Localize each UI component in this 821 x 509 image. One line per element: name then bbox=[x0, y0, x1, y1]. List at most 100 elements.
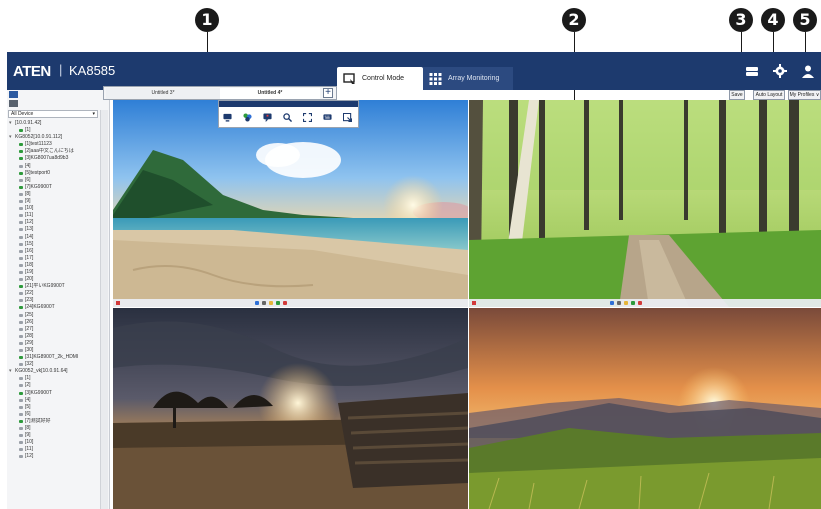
tab-control-mode[interactable]: Control Mode bbox=[337, 67, 423, 90]
tree-port-item[interactable]: [17] bbox=[9, 255, 99, 262]
tree-port-item[interactable]: [5] bbox=[9, 404, 99, 411]
tree-port-item[interactable]: [7]KG9900T bbox=[9, 184, 99, 191]
taskbar-app-icon bbox=[623, 301, 628, 305]
zoom-in-icon[interactable] bbox=[283, 113, 292, 122]
tree-port-item[interactable]: [20] bbox=[9, 276, 99, 283]
tree-label: [12] bbox=[25, 219, 34, 226]
tree-port-item[interactable]: [15] bbox=[9, 241, 99, 248]
save-button[interactable]: Save bbox=[729, 90, 745, 100]
tree-port-item[interactable]: [30] bbox=[9, 347, 99, 354]
gear-icon[interactable] bbox=[773, 64, 787, 78]
my-profiles-button[interactable]: My Profiles ∨ bbox=[788, 90, 821, 100]
tree-port-item[interactable]: [12] bbox=[9, 453, 99, 460]
tree-port-item[interactable]: [4] bbox=[9, 163, 99, 170]
tree-port-item[interactable]: [8] bbox=[9, 191, 99, 198]
tree-port-item[interactable]: [21]平いKG9900T bbox=[9, 283, 99, 290]
logo-separator: | bbox=[59, 62, 63, 77]
tree-label: [4] bbox=[25, 396, 31, 403]
tree-port-item[interactable]: [32] bbox=[9, 361, 99, 368]
tree-port-item[interactable]: [16] bbox=[9, 248, 99, 255]
user-icon[interactable] bbox=[801, 64, 815, 78]
tree-port-item[interactable]: [11] bbox=[9, 212, 99, 219]
port-status-icon bbox=[19, 448, 23, 452]
monitor-icon[interactable] bbox=[223, 113, 232, 122]
model-name: KA8585 bbox=[69, 63, 116, 78]
tree-port-item[interactable]: [12] bbox=[9, 219, 99, 226]
tab-control-mode-label: Control Mode bbox=[362, 75, 405, 82]
tab-array-monitoring-label: Array Monitoring bbox=[448, 75, 500, 82]
tree-port-item[interactable]: [22] bbox=[9, 290, 99, 297]
tree-port-item[interactable]: [25] bbox=[9, 312, 99, 319]
tree-port-item[interactable]: [14] bbox=[9, 234, 99, 241]
color-icon[interactable] bbox=[243, 113, 252, 122]
device-tree-scrollbar[interactable] bbox=[100, 110, 108, 509]
tree-port-item[interactable]: [10] bbox=[9, 439, 99, 446]
tree-port-item[interactable]: [24]KG6900T bbox=[9, 304, 99, 311]
fullscreen-icon[interactable] bbox=[303, 113, 312, 122]
tree-label: [1]test11123 bbox=[25, 141, 52, 148]
tree-label: [32] bbox=[25, 361, 34, 368]
tree-port-item[interactable]: [1] bbox=[9, 375, 99, 382]
toolbar-handle[interactable] bbox=[219, 101, 358, 107]
chat-icon[interactable] bbox=[263, 113, 272, 122]
port-status-icon bbox=[19, 278, 23, 282]
tree-port-item[interactable]: [3]KG8007ua8d9b3 bbox=[9, 155, 99, 162]
tree-port-item[interactable]: [4] bbox=[9, 397, 99, 404]
tree-port-item[interactable]: [31]KG8900T_2k_HDMI bbox=[9, 354, 99, 361]
storage-icon[interactable] bbox=[745, 64, 759, 78]
tree-port-item[interactable]: [9] bbox=[9, 432, 99, 439]
tree-port-item[interactable]: [11] bbox=[9, 446, 99, 453]
port-status-icon bbox=[19, 327, 23, 331]
tree-port-item[interactable]: [2]aaa中文こんにちは bbox=[9, 148, 99, 155]
layout-tab-untitled-4[interactable]: Untitled 4* bbox=[220, 88, 320, 99]
tree-port-item[interactable]: [7]测試好好 bbox=[9, 418, 99, 425]
tree-port-item[interactable]: [1]test11123 bbox=[9, 141, 99, 148]
port-status-icon bbox=[19, 384, 23, 388]
port-status-icon bbox=[19, 171, 23, 175]
tree-port-item[interactable]: [28] bbox=[9, 333, 99, 340]
tree-label: [8] bbox=[25, 425, 31, 432]
device-filter-select[interactable]: All Device ▾ bbox=[8, 110, 98, 118]
tree-port-item[interactable]: [1] bbox=[9, 127, 99, 134]
add-layout-button[interactable]: + bbox=[323, 88, 333, 98]
tree-port-item[interactable]: [6] bbox=[9, 411, 99, 418]
tree-label: [26] bbox=[25, 318, 34, 325]
tree-port-item[interactable]: [10] bbox=[9, 205, 99, 212]
tree-port-item[interactable]: [29] bbox=[9, 340, 99, 347]
tree-port-item[interactable]: [9] bbox=[9, 198, 99, 205]
tree-label: [9] bbox=[25, 432, 31, 439]
screen-mountain-sunrise[interactable] bbox=[469, 308, 821, 509]
port-status-icon bbox=[19, 334, 23, 338]
tree-group[interactable]: ▾ [10.0.91.42] bbox=[9, 120, 99, 127]
panel-collapse-icon[interactable] bbox=[9, 91, 18, 98]
tree-label: [5] bbox=[25, 403, 31, 410]
screen-forest-path[interactable] bbox=[469, 100, 821, 307]
layout-tab-untitled-3[interactable]: Untitled 3* bbox=[106, 88, 220, 99]
tree-port-item[interactable]: [2] bbox=[9, 382, 99, 389]
tree-port-item[interactable]: [5]testport0 bbox=[9, 170, 99, 177]
tree-port-item[interactable]: [19] bbox=[9, 269, 99, 276]
auto-layout-button[interactable]: Auto Layout bbox=[753, 90, 785, 100]
port-status-icon bbox=[19, 192, 23, 196]
screen-beach[interactable] bbox=[113, 100, 468, 307]
keyboard-icon[interactable] bbox=[323, 113, 332, 122]
screen-sunset-bunker[interactable] bbox=[113, 308, 468, 509]
panel-list-icon[interactable] bbox=[9, 100, 18, 107]
port-status-icon bbox=[19, 341, 23, 345]
tree-port-item[interactable]: [23] bbox=[9, 297, 99, 304]
tree-group[interactable]: ▾ KG8052[10.0.91.112] bbox=[9, 134, 99, 141]
tree-port-item[interactable]: [13] bbox=[9, 226, 99, 233]
tree-port-item[interactable]: [27] bbox=[9, 326, 99, 333]
tree-port-item[interactable]: [8] bbox=[9, 425, 99, 432]
tree-port-item[interactable]: [3]KG9900T bbox=[9, 390, 99, 397]
device-filter-value: All Device bbox=[11, 111, 34, 117]
tab-array-monitoring[interactable]: Array Monitoring bbox=[423, 67, 513, 90]
exit-icon[interactable] bbox=[343, 113, 352, 122]
tree-port-item[interactable]: [18] bbox=[9, 262, 99, 269]
header-icons bbox=[745, 64, 815, 78]
tree-group[interactable]: ▾ KG0052_vk[10.0.91.64] bbox=[9, 368, 99, 375]
tree-label: [10] bbox=[25, 439, 34, 446]
tree-port-item[interactable]: [26] bbox=[9, 319, 99, 326]
tree-label: [10.0.91.42] bbox=[15, 120, 42, 126]
tree-port-item[interactable]: [6] bbox=[9, 177, 99, 184]
